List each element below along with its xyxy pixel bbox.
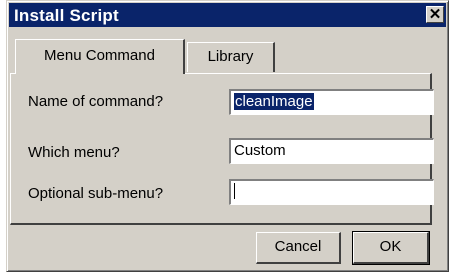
title-bar[interactable]: Install Script ✕ xyxy=(9,3,446,27)
tab-library[interactable]: Library xyxy=(187,42,275,72)
text-caret xyxy=(234,183,235,199)
menu-value: Custom xyxy=(234,142,286,159)
command-name-input[interactable]: cleanImage xyxy=(229,89,434,115)
close-button[interactable]: ✕ xyxy=(426,6,444,23)
cancel-button-label: Cancel xyxy=(274,238,322,255)
tab-menu-command[interactable]: Menu Command xyxy=(15,39,185,74)
tab-menu-command-label: Menu Command xyxy=(44,47,155,64)
cancel-button[interactable]: Cancel xyxy=(256,232,341,264)
submenu-label: Optional sub-menu? xyxy=(28,185,164,202)
command-name-label: Name of command? xyxy=(28,93,164,110)
ok-button-label: OK xyxy=(379,238,402,255)
tab-library-label: Library xyxy=(207,48,254,65)
dialog-title: Install Script xyxy=(14,6,119,25)
menu-input[interactable]: Custom xyxy=(229,138,434,164)
submenu-input[interactable] xyxy=(229,179,434,205)
close-icon: ✕ xyxy=(428,6,442,23)
command-name-value: cleanImage xyxy=(234,93,314,110)
menu-label: Which menu? xyxy=(28,144,120,161)
ok-button[interactable]: OK xyxy=(352,231,430,265)
